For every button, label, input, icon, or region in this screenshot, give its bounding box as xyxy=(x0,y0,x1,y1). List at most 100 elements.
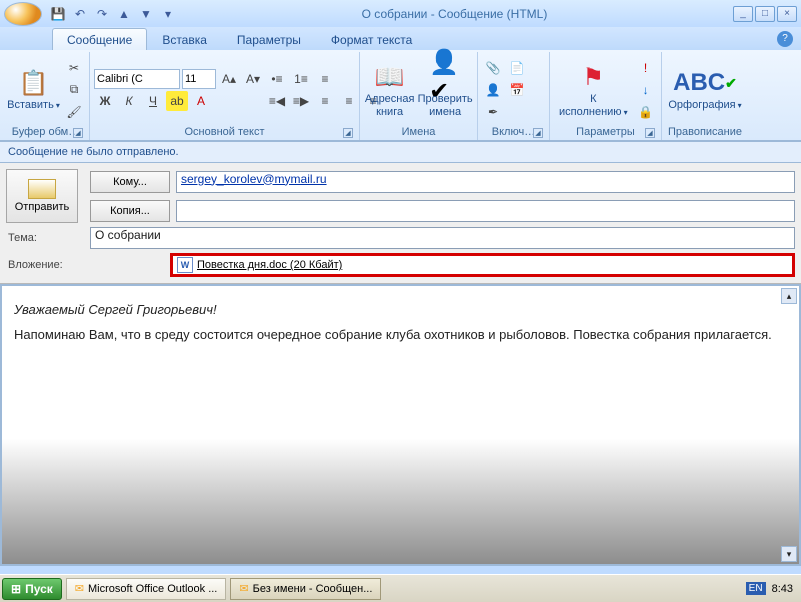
body-greeting: Уважаемый Сергей Григорьевич! xyxy=(14,302,217,317)
system-tray: EN 8:43 xyxy=(746,582,799,595)
message-window-icon: ✉ xyxy=(239,582,248,595)
window-controls: _ □ × xyxy=(733,6,797,22)
clock: 8:43 xyxy=(772,583,793,595)
bold-icon[interactable]: Ж xyxy=(94,91,116,111)
low-importance-icon[interactable]: ↓ xyxy=(635,80,657,100)
clipboard-dialog-launcher[interactable]: ◢ xyxy=(73,128,83,138)
taskbar-item-message[interactable]: ✉Без имени - Сообщен... xyxy=(230,578,381,600)
send-label: Отправить xyxy=(15,201,70,213)
group-basictext: A▴ A▾ Ж К Ч ab A •≡ 1≡ ≡ ≡◀ xyxy=(90,52,360,140)
minimize-button[interactable]: _ xyxy=(733,6,753,22)
group-clipboard: 📋 Вставить▾ ✂ ⧉ 🖌 Буфер обм…◢ xyxy=(2,52,90,140)
envelope-icon xyxy=(28,179,56,199)
calendar-icon[interactable]: 📅 xyxy=(506,80,528,100)
message-header: Отправить Кому... sergey_korolev@mymail.… xyxy=(0,163,801,284)
cc-button[interactable]: Копия... xyxy=(90,200,170,222)
help-icon[interactable]: ? xyxy=(777,31,793,47)
tab-format[interactable]: Формат текста xyxy=(316,28,427,50)
group-clipboard-label: Буфер обм…◢ xyxy=(6,125,85,140)
font-color-icon[interactable]: A xyxy=(190,91,212,111)
spelling-icon: ABC✔ xyxy=(689,67,721,99)
align-left-icon[interactable]: ≡ xyxy=(314,91,336,111)
shrink-font-icon[interactable]: A▾ xyxy=(242,69,264,89)
next-item-icon[interactable]: ▼ xyxy=(138,6,154,22)
subject-field[interactable]: О собрании xyxy=(90,227,795,249)
decrease-indent-icon[interactable]: ≡◀ xyxy=(266,91,288,111)
group-proofing: ABC✔ Орфография▾ Правописание xyxy=(662,52,748,140)
ribbon-tabs: Сообщение Вставка Параметры Формат текст… xyxy=(0,27,801,50)
attachment-box[interactable]: W Повестка дня.doc (20 Кбайт) xyxy=(170,253,795,277)
maximize-button[interactable]: □ xyxy=(755,6,775,22)
multilevel-icon[interactable]: ≡ xyxy=(314,69,336,89)
close-button[interactable]: × xyxy=(777,6,797,22)
permissions-icon[interactable]: 🔒 xyxy=(635,102,657,122)
word-doc-icon: W xyxy=(177,257,193,273)
format-painter-icon[interactable]: 🖌 xyxy=(63,102,85,122)
clipboard-icon: 📋 xyxy=(18,67,50,99)
bullets-icon[interactable]: •≡ xyxy=(266,69,288,89)
cc-field[interactable] xyxy=(176,200,795,222)
check-names-icon: 👤✔ xyxy=(429,61,461,93)
qat-customize-icon[interactable]: ▾ xyxy=(160,6,176,22)
paste-button[interactable]: 📋 Вставить▾ xyxy=(6,64,61,114)
address-book-button[interactable]: 📖 Адресная книга xyxy=(364,58,415,120)
quick-access-toolbar: 💾 ↶ ↷ ▲ ▼ ▾ xyxy=(50,6,176,22)
group-names-label: Имена xyxy=(364,125,473,140)
tab-options[interactable]: Параметры xyxy=(222,28,316,50)
save-icon[interactable]: 💾 xyxy=(50,6,66,22)
check-names-button[interactable]: 👤✔ Проверить имена xyxy=(417,58,473,120)
tab-insert[interactable]: Вставка xyxy=(147,28,222,50)
message-body[interactable]: Уважаемый Сергей Григорьевич! Напоминаю … xyxy=(0,284,801,566)
include-dialog-launcher[interactable]: ◢ xyxy=(533,128,543,138)
increase-indent-icon[interactable]: ≡▶ xyxy=(290,91,312,111)
group-include: 📎 📄 👤 📅 ✒ Включ…◢ xyxy=(478,52,550,140)
send-button[interactable]: Отправить xyxy=(6,169,78,223)
business-card-icon[interactable]: 👤 xyxy=(482,80,504,100)
grow-font-icon[interactable]: A▴ xyxy=(218,69,240,89)
numbering-icon[interactable]: 1≡ xyxy=(290,69,312,89)
undo-icon[interactable]: ↶ xyxy=(72,6,88,22)
group-basictext-label: Основной текст◢ xyxy=(94,125,355,140)
tab-message[interactable]: Сообщение xyxy=(52,28,147,50)
windows-logo-icon: ⊞ xyxy=(11,582,21,596)
to-button[interactable]: Кому... xyxy=(90,171,170,193)
info-bar: Сообщение не было отправлено. xyxy=(0,141,801,163)
attach-file-icon[interactable]: 📎 xyxy=(482,58,504,78)
taskbar-item-outlook[interactable]: ✉Microsoft Office Outlook ... xyxy=(66,578,227,600)
address-book-icon: 📖 xyxy=(374,61,406,93)
to-field[interactable]: sergey_korolev@mymail.ru xyxy=(176,171,795,193)
align-center-icon[interactable]: ≡ xyxy=(338,91,360,111)
office-button[interactable] xyxy=(4,2,42,26)
basictext-dialog-launcher[interactable]: ◢ xyxy=(343,128,353,138)
underline-icon[interactable]: Ч xyxy=(142,91,164,111)
follow-up-button[interactable]: ⚑ К исполнению▾ xyxy=(554,58,633,120)
prev-item-icon[interactable]: ▲ xyxy=(116,6,132,22)
italic-icon[interactable]: К xyxy=(118,91,140,111)
copy-icon[interactable]: ⧉ xyxy=(63,80,85,100)
address-book-label: Адресная книга xyxy=(365,93,415,117)
title-bar: 💾 ↶ ↷ ▲ ▼ ▾ О собрании - Сообщение (HTML… xyxy=(0,0,801,27)
group-names: 📖 Адресная книга 👤✔ Проверить имена Имен… xyxy=(360,52,478,140)
attachment-name: Повестка дня.doc (20 Кбайт) xyxy=(197,259,342,271)
spelling-button[interactable]: ABC✔ Орфография▾ xyxy=(666,64,744,114)
subject-label: Тема: xyxy=(6,232,84,244)
redo-icon[interactable]: ↷ xyxy=(94,6,110,22)
font-name-select[interactable] xyxy=(94,69,180,89)
font-size-select[interactable] xyxy=(182,69,216,89)
group-proofing-label: Правописание xyxy=(666,125,744,140)
group-include-label: Включ…◢ xyxy=(482,125,545,140)
attach-item-icon[interactable]: 📄 xyxy=(506,58,528,78)
signature-icon[interactable]: ✒ xyxy=(482,102,504,122)
taskbar: ⊞Пуск ✉Microsoft Office Outlook ... ✉Без… xyxy=(0,574,801,602)
scroll-up-icon[interactable]: ▴ xyxy=(781,288,797,304)
language-indicator[interactable]: EN xyxy=(746,582,766,595)
scroll-down-icon[interactable]: ▾ xyxy=(781,546,797,562)
follow-up-label: К исполнению xyxy=(559,93,622,117)
cut-icon[interactable]: ✂ xyxy=(63,58,85,78)
start-button[interactable]: ⊞Пуск xyxy=(2,578,62,600)
options-dialog-launcher[interactable]: ◢ xyxy=(645,128,655,138)
group-followup-label: Параметры◢ xyxy=(554,125,657,140)
high-importance-icon[interactable]: ! xyxy=(635,58,657,78)
group-followup: ⚑ К исполнению▾ ! ↓ 🔒 Параметры◢ xyxy=(550,52,662,140)
highlight-icon[interactable]: ab xyxy=(166,91,188,111)
